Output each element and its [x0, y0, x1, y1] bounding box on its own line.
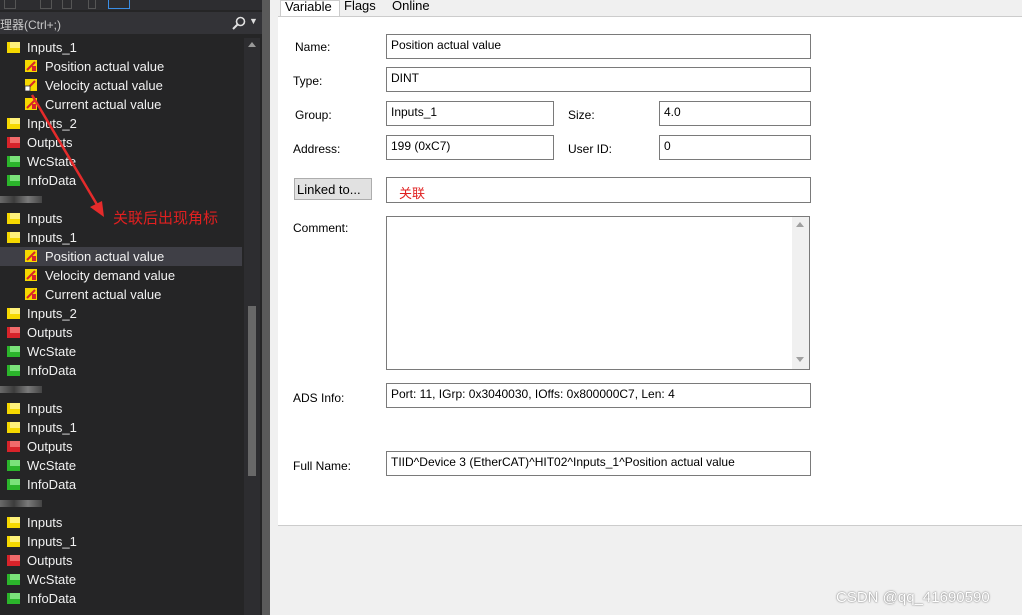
watermark: CSDN @qq_41690590	[836, 589, 990, 606]
annotation-text: 关联后出现角标	[113, 210, 219, 227]
annotation-arrow	[30, 94, 104, 217]
